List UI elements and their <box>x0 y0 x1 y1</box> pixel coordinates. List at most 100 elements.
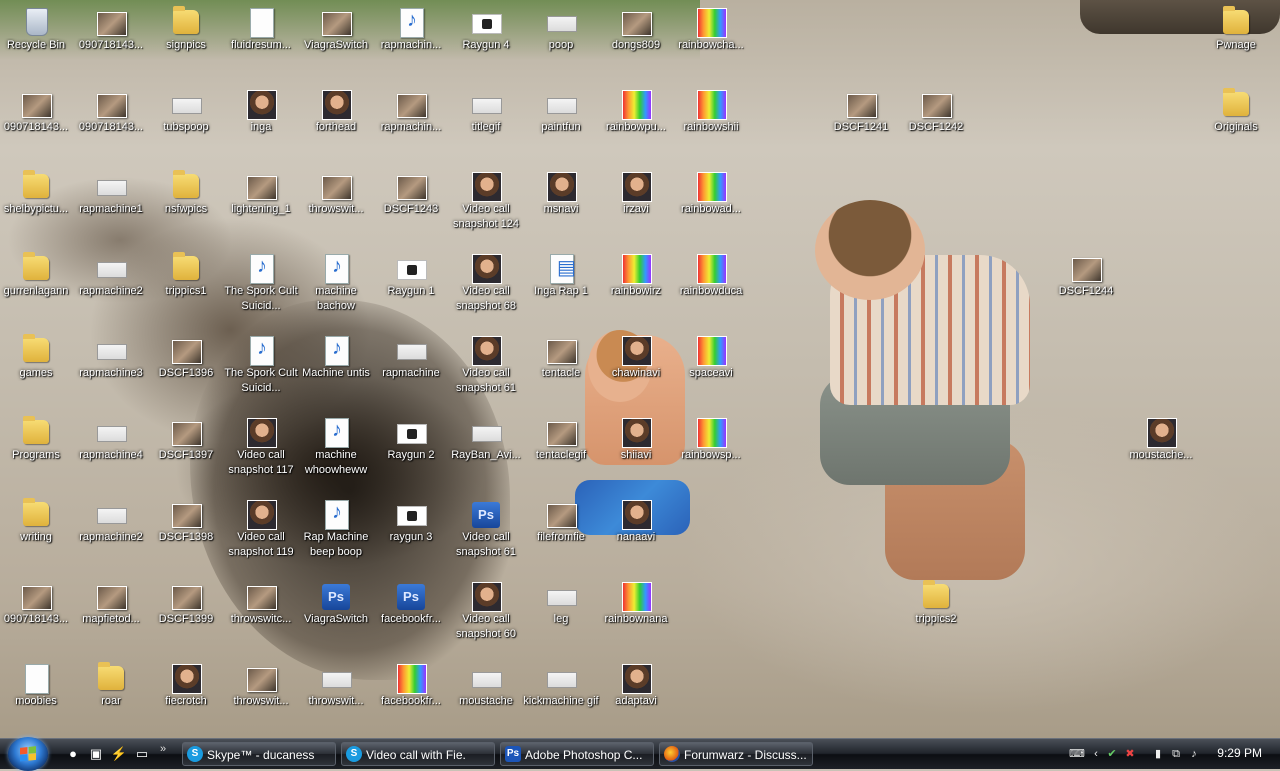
desktop-icon[interactable]: 090718143... <box>74 86 148 166</box>
desktop-icon[interactable]: DSCF1397 <box>149 414 223 494</box>
desktop-icon[interactable]: rapmachine4 <box>74 414 148 494</box>
desktop-icon[interactable]: rainbowsp... <box>674 414 748 494</box>
desktop-icon[interactable]: ViagraSwitch <box>299 4 373 84</box>
desktop-icon[interactable]: Pwnage <box>1199 4 1273 84</box>
desktop-icon[interactable]: tentaclegif <box>524 414 598 494</box>
desktop-icon[interactable]: rainbowcha... <box>674 4 748 84</box>
start-button[interactable] <box>8 737 48 771</box>
desktop-icon[interactable]: rainbowpu... <box>599 86 673 166</box>
desktop-icon[interactable]: Video call snapshot 61 <box>449 332 523 412</box>
desktop-icon[interactable]: Video call snapshot 124 <box>449 168 523 248</box>
desktop-icon[interactable]: DSCF1244 <box>1049 250 1123 330</box>
desktop-icon[interactable]: chawinavi <box>599 332 673 412</box>
quicklaunch-more-chevron[interactable]: » <box>160 743 166 755</box>
desktop-icon[interactable]: trippics1 <box>149 250 223 330</box>
desktop-icon[interactable]: Video call snapshot 117 <box>224 414 298 494</box>
desktop-icon[interactable]: writing <box>0 496 73 576</box>
desktop-icon[interactable]: shelbypictu... <box>0 168 73 248</box>
taskbar-button-skype[interactable]: S Skype™ - ducaness <box>182 742 336 766</box>
desktop-icon[interactable]: throwswitc... <box>224 578 298 658</box>
show-desktop-quicklaunch-icon[interactable]: ▭ <box>133 745 151 763</box>
desktop-icon[interactable]: rainbowad... <box>674 168 748 248</box>
desktop-icon[interactable]: forthead <box>299 86 373 166</box>
desktop-icon[interactable]: Recycle Bin <box>0 4 73 84</box>
desktop-icon[interactable]: throwswit... <box>299 660 373 740</box>
desktop-icon[interactable]: Raygun 1 <box>374 250 448 330</box>
desktop-icon[interactable]: Originals <box>1199 86 1273 166</box>
desktop-icon[interactable]: tentacle <box>524 332 598 412</box>
desktop-icon[interactable]: DSCF1243 <box>374 168 448 248</box>
status-online-icon[interactable]: ✔ <box>1105 747 1119 761</box>
desktop-icon[interactable]: leg <box>524 578 598 658</box>
desktop-icon[interactable]: Raygun 4 <box>449 4 523 84</box>
desktop-icon[interactable]: moustache... <box>1124 414 1198 494</box>
desktop-icon[interactable]: DSCF1396 <box>149 332 223 412</box>
desktop-icon[interactable]: Ps Video call snapshot 61 <box>449 496 523 576</box>
desktop-icon[interactable]: rapmachine1 <box>74 168 148 248</box>
desktop-icon[interactable]: ♪ The Spork Cult Suicid... <box>224 332 298 412</box>
desktop-icon[interactable]: DSCF1242 <box>899 86 973 166</box>
devices-icon[interactable]: ▮ <box>1151 747 1165 761</box>
desktop-icon[interactable]: mapfietod... <box>74 578 148 658</box>
keyboard-icon[interactable]: ⌨ <box>1069 747 1085 761</box>
desktop-icon[interactable]: moustache <box>449 660 523 740</box>
desktop-icon[interactable]: moobies <box>0 660 73 740</box>
desktop-icon[interactable]: ♪ machine whoowheww <box>299 414 373 494</box>
desktop-icon[interactable]: ♪ Rap Machine beep boop <box>299 496 373 576</box>
desktop-icon[interactable]: ♪ machine bachow <box>299 250 373 330</box>
desktop-icon[interactable]: DSCF1399 <box>149 578 223 658</box>
desktop-icon[interactable]: facebookfr... <box>374 660 448 740</box>
tray-expand-chevron[interactable]: ‹ <box>1089 747 1103 761</box>
desktop-icon[interactable]: games <box>0 332 73 412</box>
desktop-icon[interactable]: ♪ rapmachin... <box>374 4 448 84</box>
desktop-icon[interactable]: ♪ Machine untis <box>299 332 373 412</box>
desktop-icon[interactable]: kickmachine gif <box>523 660 599 740</box>
desktop-icon[interactable]: rapmachin... <box>374 86 448 166</box>
desktop-icon[interactable]: 090718143... <box>0 86 73 166</box>
desktop-icon[interactable]: lightening_1 <box>224 168 298 248</box>
desktop-icon[interactable]: Video call snapshot 68 <box>449 250 523 330</box>
desktop-icon[interactable]: Raygun 2 <box>374 414 448 494</box>
desktop-icon[interactable]: msnavi <box>524 168 598 248</box>
taskbar-button-firefox[interactable]: Forumwarz - Discuss... <box>659 742 813 766</box>
desktop-icon[interactable]: titlegif <box>449 86 523 166</box>
desktop-icon[interactable]: RayBan_Avi... <box>449 414 523 494</box>
desktop-icon[interactable]: trippics2 <box>899 578 973 658</box>
winamp-quicklaunch-icon[interactable]: ⚡ <box>110 745 128 763</box>
taskbar-button-photoshop[interactable]: Ps Adobe Photoshop C... <box>500 742 654 766</box>
clock[interactable]: 9:29 PM <box>1217 746 1262 760</box>
desktop-icon[interactable]: rainbowshii <box>674 86 748 166</box>
desktop-icon[interactable]: signpics <box>149 4 223 84</box>
desktop-icon[interactable]: irzavi <box>599 168 673 248</box>
desktop-icon[interactable]: roar <box>74 660 148 740</box>
desktop-icon[interactable]: dongs809 <box>599 4 673 84</box>
desktop-icon[interactable]: shiiavi <box>599 414 673 494</box>
desktop-icon[interactable]: Programs <box>0 414 73 494</box>
desktop-icon[interactable]: rainbowirz <box>599 250 673 330</box>
desktop-icon[interactable]: rainbownana <box>599 578 673 658</box>
desktop-icon[interactable]: DSCF1398 <box>149 496 223 576</box>
desktop-icon[interactable]: nsfwpics <box>149 168 223 248</box>
desktop-icon[interactable]: 090718143... <box>0 578 73 658</box>
desktop-icon[interactable]: tubspoop <box>149 86 223 166</box>
desktop-icon[interactable]: rapmachine2 <box>74 250 148 330</box>
desktop-icon[interactable]: poop <box>524 4 598 84</box>
desktop-icon[interactable]: paintfun <box>524 86 598 166</box>
desktop-icon[interactable]: rapmachine3 <box>74 332 148 412</box>
explorer-quicklaunch-icon[interactable]: ▣ <box>87 745 105 763</box>
network-icon[interactable]: ⧉ <box>1169 747 1183 761</box>
firefox-quicklaunch-icon[interactable]: ● <box>64 745 82 763</box>
desktop-icon[interactable]: nanaavi <box>599 496 673 576</box>
desktop-icon[interactable]: Video call snapshot 119 <box>224 496 298 576</box>
desktop-icon[interactable]: throwswit... <box>224 660 298 740</box>
desktop-icon[interactable]: Video call snapshot 60 <box>449 578 523 658</box>
desktop-icon[interactable]: Ps facebookfr... <box>374 578 448 658</box>
desktop-icon[interactable]: fiecrotch <box>149 660 223 740</box>
desktop-icon[interactable]: fluidresum... <box>224 4 298 84</box>
desktop-icon[interactable]: ▤ Inga Rap 1 <box>524 250 598 330</box>
desktop-icon[interactable]: ♪ The Spork Cult Suicid... <box>224 250 298 330</box>
desktop-icon[interactable]: rapmachine2 <box>74 496 148 576</box>
desktop-icon[interactable]: rainbowduca <box>674 250 748 330</box>
desktop-icon[interactable]: throwswit... <box>299 168 373 248</box>
volume-icon[interactable]: ♪ <box>1187 747 1201 761</box>
